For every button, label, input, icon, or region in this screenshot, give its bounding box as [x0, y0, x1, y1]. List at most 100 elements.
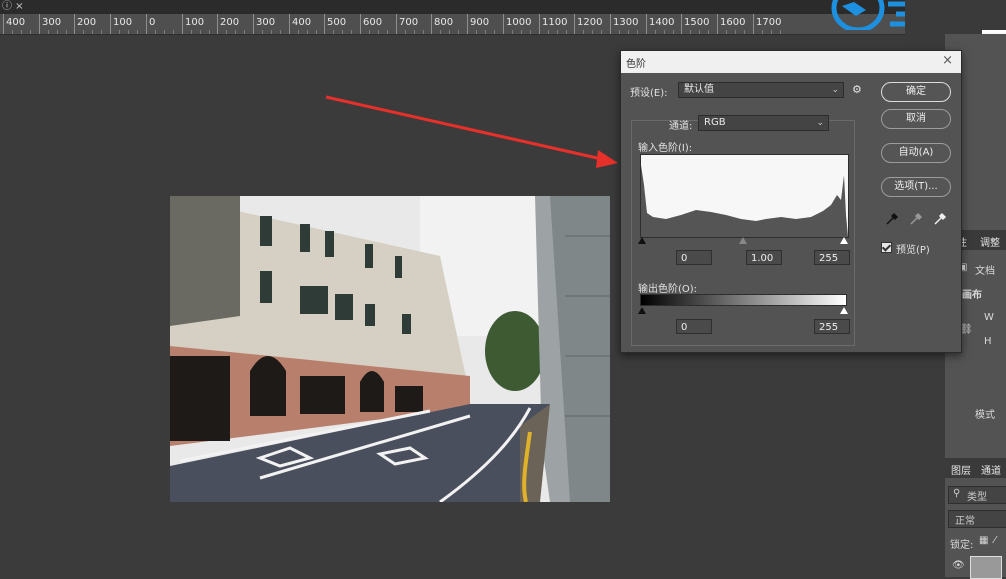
document-tab-close-icon[interactable]: ⓘ × [2, 0, 24, 13]
input-levels-label: 输入色阶(I): [638, 143, 693, 154]
ruler-minor-tick [726, 30, 727, 34]
ruler-major-tick [503, 14, 504, 34]
ruler-minor-tick [378, 30, 379, 34]
ruler-label: 0 [149, 17, 156, 28]
layer-thumbnail[interactable] [970, 556, 1002, 579]
ruler-minor-tick [771, 30, 772, 34]
channel-select[interactable]: RGB ⌄ [698, 115, 829, 131]
ruler-minor-tick [762, 30, 763, 34]
ruler-major-tick [74, 14, 75, 34]
preset-select[interactable]: 默认值 ⌄ [678, 82, 844, 98]
horizontal-ruler[interactable]: 400 300 200 100 0 100 200 300 400 500 600 700 800 900… [0, 14, 960, 35]
preset-value: 默认值 [684, 84, 714, 95]
blend-mode-select[interactable]: 正常 [948, 510, 1006, 528]
lock-label: 锁定: [950, 540, 974, 551]
height-label: H [984, 336, 992, 347]
ruler-minor-tick [673, 30, 674, 34]
input-black-slider-handle[interactable] [638, 237, 646, 244]
ruler-minor-tick [271, 30, 272, 34]
ruler-minor-tick [342, 30, 343, 34]
ruler-minor-tick [316, 30, 317, 34]
ruler-label: 1400 [649, 17, 675, 28]
ruler-major-tick [610, 14, 611, 34]
ruler-minor-tick [458, 30, 459, 34]
layer-filter-field[interactable]: ⚲ 类型 [948, 486, 1006, 504]
ruler-major-tick [431, 14, 432, 34]
ruler-minor-tick [708, 30, 709, 34]
ruler-minor-tick [628, 30, 629, 34]
ruler-label: 900 [470, 17, 490, 28]
ruler-minor-tick [30, 30, 31, 34]
ruler-minor-tick [476, 30, 477, 34]
ruler-minor-tick [200, 30, 201, 34]
ruler-label: 600 [363, 17, 383, 28]
ruler-minor-tick [414, 30, 415, 34]
width-label: W [984, 312, 994, 323]
ruler-minor-tick [423, 30, 424, 34]
document-label: 文档 [975, 266, 995, 277]
ruler-minor-tick [655, 30, 656, 34]
close-icon[interactable]: × [942, 53, 953, 68]
ruler-label: 1500 [684, 17, 710, 28]
ruler-major-tick [253, 14, 254, 34]
lock-brush-icon[interactable]: ⁄ [994, 535, 996, 546]
ruler-minor-tick [226, 30, 227, 34]
ruler-label: 400 [292, 17, 312, 28]
ruler-minor-tick [449, 30, 450, 34]
ruler-minor-tick [351, 30, 352, 34]
ruler-minor-tick [557, 30, 558, 34]
channel-label: 通道: [669, 121, 693, 132]
cancel-button[interactable]: 取消 [881, 109, 951, 129]
chevron-down-icon: ⌄ [816, 118, 824, 128]
input-white-slider-handle[interactable] [840, 237, 848, 244]
dialog-title: 色阶 [626, 59, 646, 70]
ruler-minor-tick [235, 30, 236, 34]
output-black-field[interactable]: 0 [676, 319, 712, 334]
channel-value: RGB [704, 117, 726, 128]
ruler-major-tick [753, 14, 754, 34]
black-eyedropper-icon[interactable] [885, 212, 899, 226]
canvas-label: 画布 [962, 290, 982, 301]
ruler-label: 1200 [577, 17, 603, 28]
ruler-label: 100 [185, 17, 205, 28]
ruler-label: 1300 [613, 17, 639, 28]
ruler-minor-tick [521, 30, 522, 34]
tab-layers[interactable]: 图层 [951, 462, 971, 477]
white-eyedropper-icon[interactable] [933, 212, 947, 226]
ruler-minor-tick [548, 30, 549, 34]
preset-options-gear-icon[interactable]: ⚙ [852, 83, 862, 96]
ruler-major-tick [146, 14, 147, 34]
ruler-label: 200 [77, 17, 97, 28]
input-black-field[interactable]: 0 [676, 250, 712, 265]
ruler-minor-tick [21, 30, 22, 34]
tab-channels[interactable]: 通道 [981, 462, 1001, 477]
output-white-field[interactable]: 255 [814, 319, 850, 334]
histogram [640, 154, 849, 238]
ruler-minor-tick [699, 30, 700, 34]
gray-eyedropper-icon[interactable] [909, 212, 923, 226]
ok-button[interactable]: 确定 [881, 82, 951, 102]
ruler-minor-tick [512, 30, 513, 34]
canvas-photo-street[interactable] [170, 196, 610, 502]
ruler-minor-tick [307, 30, 308, 34]
ruler-major-tick [324, 14, 325, 34]
lock-pixels-icon[interactable]: ▦ [979, 535, 988, 546]
output-white-slider-handle[interactable] [840, 307, 848, 314]
input-gamma-field[interactable]: 1.00 [746, 250, 782, 265]
input-gamma-slider-handle[interactable] [739, 237, 747, 244]
auto-button[interactable]: 自动(A) [881, 143, 951, 163]
preview-checkbox[interactable] [881, 242, 892, 253]
ruler-label: 300 [256, 17, 276, 28]
preview-label: 预览(P) [896, 245, 930, 256]
levels-dialog: 色阶 × 预设(E): 默认值 ⌄ ⚙ 通道: RGB ⌄ 输入色阶(I): 0… [620, 50, 962, 353]
tab-adjustments[interactable]: 调整 [980, 234, 1000, 249]
layer-visibility-eye-icon[interactable]: 👁 [952, 560, 965, 571]
output-black-slider-handle[interactable] [638, 307, 646, 314]
ruler-minor-tick [744, 30, 745, 34]
ruler-label: 500 [327, 17, 347, 28]
ruler-minor-tick [735, 30, 736, 34]
input-white-field[interactable]: 255 [814, 250, 850, 265]
dialog-title-bar[interactable]: 色阶 × [621, 51, 961, 73]
ruler-minor-tick [566, 30, 567, 34]
options-button[interactable]: 选项(T)... [881, 177, 951, 197]
